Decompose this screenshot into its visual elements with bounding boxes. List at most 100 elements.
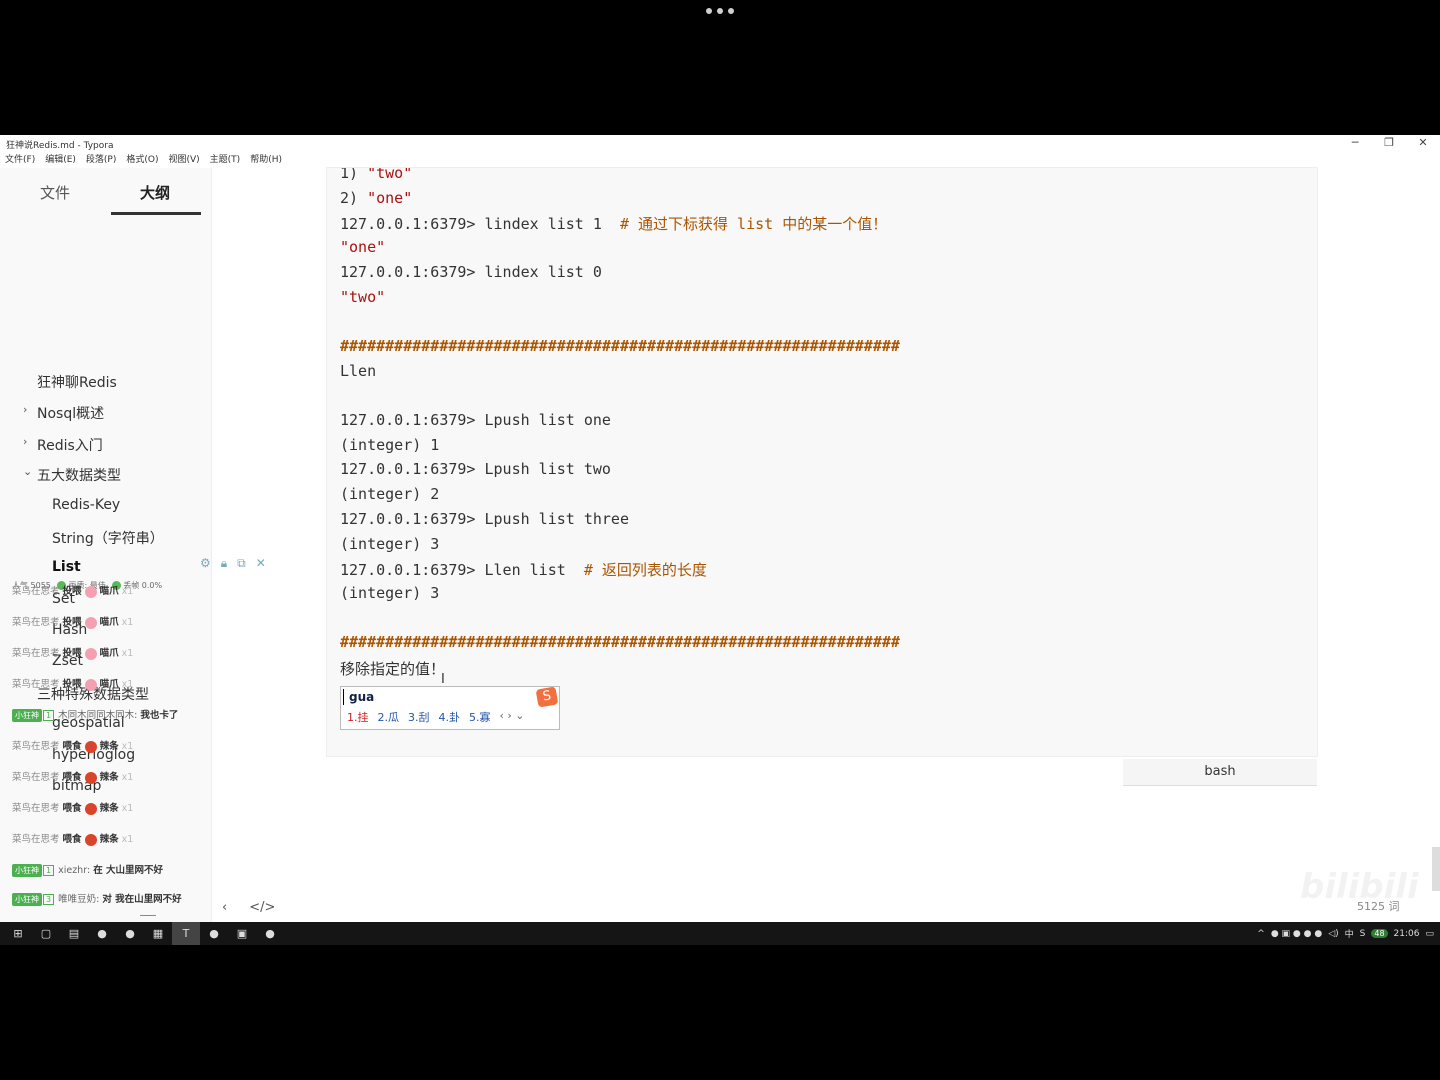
outline-item[interactable]: String（字符串）	[52, 528, 164, 548]
tray-chevron-icon[interactable]: ^	[1257, 929, 1265, 939]
outline-item[interactable]: ⌄ 五大数据类型	[23, 465, 121, 485]
tab-outline[interactable]: 大纲	[140, 182, 170, 203]
ime-candidate[interactable]: 2.瓜	[378, 709, 400, 725]
close-button[interactable]: ✕	[1406, 135, 1440, 152]
code-string: "two"	[340, 287, 386, 306]
chat-user: 木同木同同木同木:	[58, 710, 138, 721]
menu-format[interactable]: 格式(O)	[121, 153, 163, 167]
outline-item-label: 狂神聊Redis	[37, 375, 117, 391]
chat-user: 菜鸟在思考	[12, 679, 60, 690]
back-icon[interactable]: ‹	[222, 900, 227, 915]
code-text: Llen	[340, 361, 377, 380]
taskbar-app-icon[interactable]: ●	[116, 922, 144, 945]
gift-count: x1	[121, 648, 134, 659]
ime-candidates: 1.挂 2.瓜 3.刮 4.卦 5.寡 ‹ › ⌄	[347, 709, 525, 725]
gift-count: x1	[121, 617, 134, 628]
code-line: (integer) 1	[340, 436, 439, 454]
lock-icon[interactable]: 🔒︎	[221, 556, 227, 571]
ime-candidate[interactable]: 3.刮	[408, 709, 430, 725]
action-center-icon[interactable]: ▭	[1425, 929, 1434, 939]
code-text: (integer) 2	[340, 485, 440, 504]
drag-handle-icon[interactable]	[140, 915, 156, 922]
chat-user: 菜鸟在思考	[12, 834, 60, 845]
taskbar-app-icon[interactable]: ▦	[144, 922, 172, 945]
outline-item[interactable]: Redis-Key	[52, 497, 120, 513]
code-comment: # 通过下标获得 list 中的某一个值！	[619, 215, 888, 234]
code-line: 127.0.0.1:6379> Lpush list one	[340, 411, 611, 429]
code-text: ########################################…	[340, 336, 900, 355]
chat-text: 在 大山里网不好	[93, 865, 163, 876]
sogou-tray-icon[interactable]: S	[1360, 929, 1366, 939]
source-code-icon[interactable]: </>	[249, 900, 275, 915]
chat-action: 喂食	[62, 834, 82, 845]
taskbar-app-icon[interactable]: T	[172, 922, 200, 945]
code-text: 127.0.0.1:6379> Lpush list one	[340, 411, 611, 429]
gift-count: x1	[121, 803, 134, 814]
outline-item[interactable]: › Nosql概述	[23, 403, 105, 423]
tray-icons[interactable]: ● ▣ ● ● ●	[1271, 929, 1322, 939]
code-language-selector[interactable]: bash	[1123, 759, 1317, 786]
volume-icon[interactable]: ◁)	[1328, 929, 1338, 939]
gift-icon	[84, 740, 97, 753]
outline-item-label: Nosql概述	[37, 406, 105, 422]
gift-icon	[84, 647, 97, 660]
chat-user: 菜鸟在思考	[12, 617, 60, 628]
taskbar: ⊞ ▢ ▤ ● ● ▦ T ● ▣ ● ^ ● ▣ ● ● ● ◁) 中 S 48 21:06 ▭	[0, 922, 1440, 945]
word-count[interactable]: 5125 词	[1357, 898, 1400, 914]
scrollbar[interactable]	[1432, 847, 1440, 891]
ime-nav-icon[interactable]: ‹ › ⌄	[500, 709, 525, 725]
menu-paragraph[interactable]: 段落(P)	[81, 153, 121, 167]
minimize-button[interactable]: ─	[1338, 135, 1372, 152]
code-line: 127.0.0.1:6379> Llen list # 返回列表的长度	[340, 559, 707, 580]
restore-button[interactable]: ❐	[1372, 135, 1406, 152]
system-tray: ^ ● ▣ ● ● ● ◁) 中 S 48 21:06 ▭	[1257, 922, 1434, 945]
menu-edit[interactable]: 编辑(E)	[40, 153, 81, 167]
chevron-icon[interactable]: ›	[23, 403, 27, 416]
close-icon[interactable]: ✕	[256, 556, 266, 571]
ime-input[interactable]: gua	[343, 689, 374, 705]
chevron-icon[interactable]: ›	[23, 435, 27, 448]
settings-icon[interactable]: ⚙	[200, 556, 211, 571]
chat-message: 菜鸟在思考 投喂 喵爪 x1	[12, 645, 133, 660]
ime-candidate-window[interactable]: gua S 1.挂 2.瓜 3.刮 4.卦 5.寡 ‹ › ⌄	[340, 686, 560, 730]
menu-theme[interactable]: 主题(T)	[205, 153, 246, 167]
taskbar-app-icon[interactable]: ●	[200, 922, 228, 945]
code-text: 2)	[340, 188, 368, 207]
code-block[interactable]: 1) "two" 2) "one" 127.0.0.1:6379> lindex l…	[326, 167, 1318, 757]
taskbar-app-icon[interactable]: ●	[88, 922, 116, 945]
outline-item[interactable]: › Redis入门	[23, 435, 103, 455]
menu-help[interactable]: 帮助(H)	[245, 153, 287, 167]
taskbar-app-icon[interactable]: ▤	[60, 922, 88, 945]
code-line: 127.0.0.1:6379> Lpush list two	[340, 460, 611, 478]
outline-item[interactable]: 狂神聊Redis	[37, 372, 117, 392]
taskbar-app-icon[interactable]: ▣	[228, 922, 256, 945]
chat-action: 喂食	[62, 803, 82, 814]
taskbar-app-icon[interactable]: ●	[256, 922, 284, 945]
code-text: ########################################…	[340, 633, 900, 652]
copy-icon[interactable]: ⧉	[237, 556, 246, 571]
gift-icon	[84, 678, 97, 691]
code-text: 127.0.0.1:6379> Lpush list two	[340, 460, 611, 479]
code-line: "one"	[340, 238, 385, 256]
sidebar: 文件 大纲 狂神聊Redis › Nosql概述 › Redis入门 ⌄ 五大数据类型 Red…	[0, 168, 266, 922]
gift-icon	[84, 616, 97, 629]
taskbar-app-icon[interactable]: ▢	[32, 922, 60, 945]
chat-message: 小狂神 3 唯唯豆奶: 对 我在山里网不好	[12, 891, 182, 906]
chat-message: 小狂神 1 xiezhr: 在 大山里网不好	[12, 862, 163, 877]
clock[interactable]: 21:06	[1394, 929, 1420, 939]
start-icon[interactable]: ⊞	[4, 922, 32, 945]
ime-candidate[interactable]: 4.卦	[439, 709, 461, 725]
chat-user: 菜鸟在思考	[12, 741, 60, 752]
ime-lang-indicator[interactable]: 中	[1345, 927, 1354, 940]
tab-files[interactable]: 文件	[40, 182, 70, 203]
outline-item[interactable]: List	[52, 559, 81, 575]
more-dots-icon[interactable]	[706, 8, 734, 14]
ime-candidate[interactable]: 5.寡	[469, 709, 491, 725]
menu-view[interactable]: 视图(V)	[163, 153, 204, 167]
chevron-icon[interactable]: ⌄	[23, 465, 32, 478]
code-string: "one"	[367, 188, 413, 207]
code-line: 2) "one"	[340, 189, 412, 207]
ime-candidate[interactable]: 1.挂	[347, 709, 369, 725]
notification-badge[interactable]: 48	[1371, 929, 1388, 938]
menu-file[interactable]: 文件(F)	[0, 153, 40, 167]
